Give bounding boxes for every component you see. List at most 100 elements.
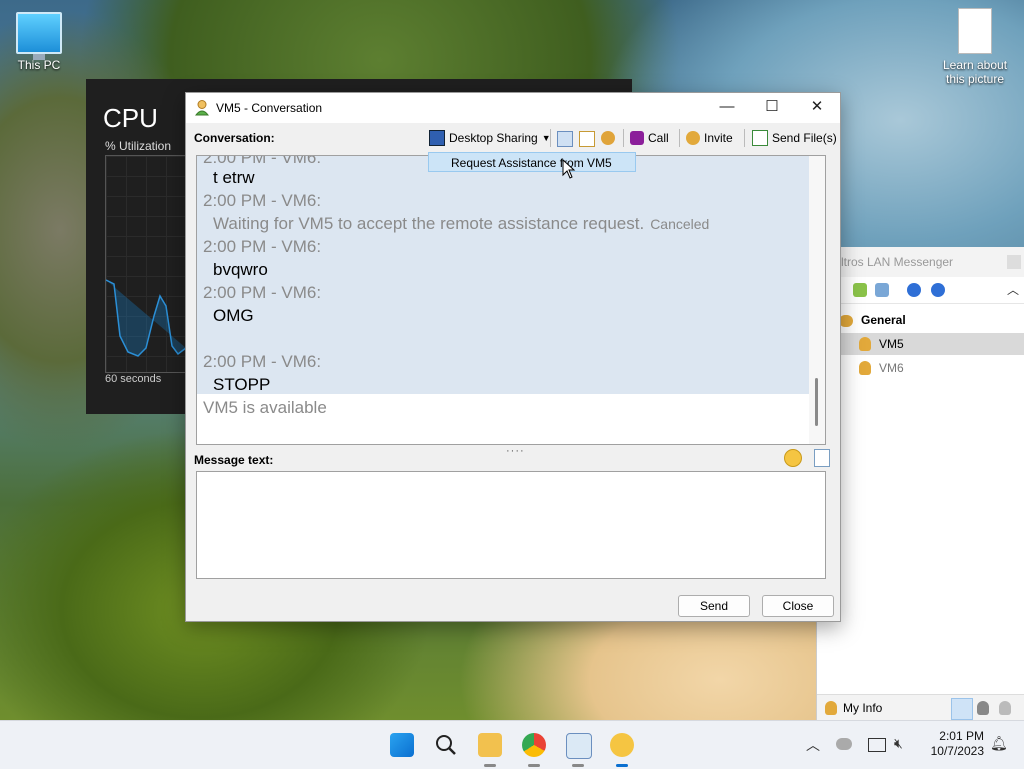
- toolbar-separator: [550, 129, 551, 147]
- chevron-up-icon[interactable]: ︿: [1007, 281, 1019, 298]
- desktop-icon-label: This PC: [17, 58, 61, 72]
- group-icon: [839, 315, 853, 327]
- buddy-item-vm6[interactable]: VM6: [817, 357, 1024, 379]
- menu-item-request-assistance[interactable]: Request Assistance from VM5: [428, 152, 636, 172]
- my-info-label[interactable]: My Info: [843, 701, 882, 715]
- document-icon: [958, 8, 992, 54]
- buddy-name: VM6: [879, 361, 904, 375]
- send-button[interactable]: Send: [678, 595, 750, 617]
- close-conversation-button[interactable]: Close: [762, 595, 834, 617]
- running-indicator: [528, 764, 540, 767]
- history-icon[interactable]: [875, 283, 889, 297]
- cpu-utilization-label: % Utilization: [105, 139, 172, 153]
- message-text: OMG: [213, 306, 254, 325]
- messenger-title: ltros LAN Messenger: [841, 255, 954, 269]
- network-icon[interactable]: [868, 738, 886, 752]
- chrome-icon[interactable]: [522, 733, 546, 757]
- desktop-icon-label: Learn about this picture: [942, 58, 1008, 86]
- status-busy-icon[interactable]: [977, 701, 989, 715]
- running-indicator: [572, 764, 584, 767]
- send-file-icon: [752, 130, 768, 146]
- emoticon-icon[interactable]: [784, 449, 802, 467]
- status-online-icon[interactable]: [951, 698, 973, 720]
- invite-button[interactable]: Invite: [686, 129, 733, 147]
- message-timestamp: 2:00 PM - VM6:: [203, 352, 322, 371]
- status-away-icon[interactable]: [999, 701, 1011, 715]
- call-label: Call: [648, 131, 669, 145]
- cpu-graph: [105, 155, 187, 373]
- scrollbar-thumb[interactable]: [815, 378, 818, 426]
- invite-label: Invite: [704, 131, 733, 145]
- message-timestamp: 2:00 PM - VM6:: [203, 191, 322, 210]
- user-icon: [825, 701, 837, 715]
- clock-date: 10/7/2023: [930, 744, 984, 758]
- taskbar: ︿ 🔇︎ 2:01 PM 10/7/2023 🔔︎: [0, 720, 1024, 769]
- message-text: Waiting for VM5 to accept the remote ass…: [213, 214, 709, 234]
- call-button[interactable]: Call: [630, 129, 669, 147]
- chevron-up-icon[interactable]: ︿: [806, 735, 820, 755]
- active-indicator: [616, 764, 628, 767]
- close-icon[interactable]: [1007, 255, 1021, 269]
- monitor-share-icon: [429, 130, 445, 146]
- volume-muted-icon[interactable]: 🔇︎: [894, 735, 903, 752]
- message-text-label: Message text:: [194, 453, 274, 467]
- buddy-item-vm5[interactable]: VM5: [817, 333, 1024, 355]
- onedrive-icon[interactable]: [836, 738, 852, 750]
- presence-status-line: VM5 is available: [203, 398, 327, 417]
- messenger-title-bar[interactable]: ltros LAN Messenger: [817, 247, 1024, 277]
- user-online-icon: [859, 337, 871, 351]
- info-icon[interactable]: [931, 283, 945, 297]
- toolbar-separator: [744, 129, 745, 147]
- save-icon[interactable]: [579, 131, 595, 147]
- conversation-window[interactable]: VM5 - Conversation — ☐ ✕ Conversation: D…: [185, 92, 841, 622]
- message-status: Canceled: [650, 216, 710, 232]
- video-camera-icon: [630, 131, 644, 145]
- monitor-icon: [16, 12, 62, 60]
- font-format-icon[interactable]: [814, 449, 830, 467]
- toolbar-separator: [679, 129, 680, 147]
- conversation-history[interactable]: 2:00 PM - VM6: t etrw 2:00 PM - VM6: Wai…: [196, 155, 826, 445]
- add-user-icon: [686, 131, 700, 145]
- my-info-bar[interactable]: My Info: [817, 694, 1024, 721]
- file-explorer-icon[interactable]: [478, 733, 502, 757]
- windows-start-icon[interactable]: [390, 733, 414, 757]
- system-clock[interactable]: 2:01 PM 10/7/2023: [920, 729, 984, 759]
- maximize-button[interactable]: ☐: [749, 93, 795, 123]
- close-button[interactable]: ✕: [794, 93, 840, 123]
- folder-icon[interactable]: [853, 283, 867, 297]
- title-bar[interactable]: VM5 - Conversation — ☐ ✕: [186, 93, 840, 123]
- task-manager-icon[interactable]: [566, 733, 592, 759]
- history-scrollbar[interactable]: [809, 156, 825, 444]
- message-text: STOPP: [213, 375, 271, 394]
- user-online-icon: [859, 361, 871, 375]
- clock-time: 2:01 PM: [939, 729, 984, 743]
- gear-icon[interactable]: [601, 131, 615, 145]
- desktop-sharing-button[interactable]: Desktop Sharing ▼: [429, 129, 551, 147]
- buddy-name: VM5: [879, 337, 904, 351]
- help-icon[interactable]: [907, 283, 921, 297]
- message-timestamp: 2:00 PM - VM6:: [203, 155, 322, 167]
- lan-messenger-icon[interactable]: [610, 733, 634, 757]
- desktop-icon-learn-picture[interactable]: Learn about this picture: [938, 8, 1012, 86]
- group-general[interactable]: General: [861, 313, 906, 327]
- conversation-label: Conversation:: [194, 131, 275, 145]
- messenger-toolbar: ︿: [817, 277, 1024, 304]
- message-input[interactable]: [196, 471, 826, 579]
- cpu-title: CPU: [103, 103, 158, 133]
- desktop-sharing-label: Desktop Sharing: [449, 131, 538, 145]
- desktop-icon-this-pc[interactable]: This PC: [4, 12, 74, 72]
- history-icon[interactable]: [557, 131, 573, 147]
- search-icon[interactable]: [434, 733, 458, 757]
- cpu-graph-line: [105, 279, 187, 357]
- message-body: Waiting for VM5 to accept the remote ass…: [213, 214, 645, 233]
- minimize-button[interactable]: —: [704, 93, 750, 123]
- send-files-button[interactable]: Send File(s): [752, 129, 837, 147]
- message-text: t etrw: [213, 168, 255, 187]
- graph-time-label: 60 seconds: [105, 373, 162, 385]
- messenger-main-window[interactable]: ltros LAN Messenger ︿ General VM5 VM6 My…: [816, 247, 1024, 721]
- running-indicator: [484, 764, 496, 767]
- user-icon: [194, 100, 210, 116]
- window-title: VM5 - Conversation: [216, 101, 323, 115]
- notification-bell-icon[interactable]: 🔔︎: [990, 735, 1008, 752]
- splitter-grip[interactable]: ····: [506, 445, 525, 457]
